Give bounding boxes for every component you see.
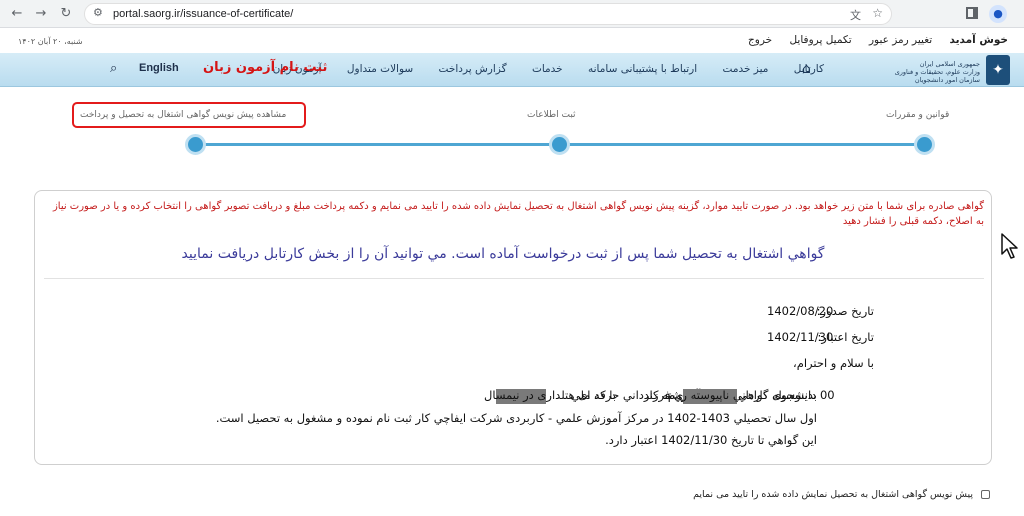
side-panel-icon[interactable] bbox=[966, 7, 978, 19]
profile-avatar-icon[interactable]: ● bbox=[989, 5, 1007, 23]
logout-link[interactable]: خروج bbox=[748, 34, 772, 46]
address-bar[interactable]: ⚙ portal.saorg.ir/issuance-of-certificat… bbox=[84, 3, 892, 25]
welcome-text: خوش آمدید bbox=[949, 34, 1008, 46]
back-arrow-icon[interactable]: ← bbox=[8, 5, 26, 23]
step-rules-dot bbox=[914, 134, 935, 155]
mouse-cursor-icon bbox=[1001, 233, 1018, 259]
bookmark-star-icon[interactable]: ☆ bbox=[872, 6, 883, 20]
nav-item-services[interactable]: خدمات bbox=[532, 63, 563, 75]
step-info-dot bbox=[549, 134, 570, 155]
validity-date-value: 1402/11/30 bbox=[767, 330, 834, 344]
main-navigation: ✦ جمهوری اسلامی ایران وزارت علوم، تحقیقا… bbox=[0, 53, 1024, 87]
translate-icon[interactable]: 文 bbox=[850, 7, 861, 23]
nav-item-cartable[interactable]: کارتابل bbox=[794, 63, 824, 75]
address-url: portal.saorg.ir/issuance-of-certificate/ bbox=[113, 8, 294, 20]
body-line3: اين گواهي تا تاريخ 1402/11/30 اعتبار دار… bbox=[605, 433, 817, 447]
register-language-exam-link[interactable]: ثبت نام آزمون زبان bbox=[203, 60, 327, 75]
site-settings-icon[interactable]: ⚙ bbox=[93, 6, 103, 19]
current-date: شنبه، ۲۰ آبان ۱۴۰۲ bbox=[18, 37, 83, 46]
nav-item-payment-report[interactable]: گزارش پرداخت bbox=[439, 63, 507, 75]
step-rules-label: قوانین و مقررات bbox=[886, 110, 950, 120]
complete-profile-link[interactable]: تکمیل پروفایل bbox=[789, 34, 851, 46]
change-password-link[interactable]: تغییر رمز عبور bbox=[869, 34, 932, 46]
forward-arrow-icon[interactable]: → bbox=[32, 5, 50, 23]
step-preview-label: مشاهده پیش نویس گواهی اشتغال به تحصیل و … bbox=[80, 110, 287, 120]
body-text-part4: 00 دانشجوی كارداني ناپيوسته رشته كارداني… bbox=[484, 388, 835, 402]
logo-line3: سازمان امور دانشجویان bbox=[914, 76, 980, 84]
confirm-draft-row[interactable]: پیش نویس گواهی اشتغال به تحصیل نمایش داد… bbox=[693, 489, 990, 500]
step-info-label: ثبت اطلاعات bbox=[527, 110, 576, 120]
search-icon[interactable]: ⌕ bbox=[110, 61, 117, 76]
greeting-text: با سلام و احترام، bbox=[793, 356, 874, 370]
certificate-notice: گواهي اشتغال به تحصيل شما پس از ثبت درخو… bbox=[181, 246, 825, 262]
step-preview-dot bbox=[185, 134, 206, 155]
emblem-icon: ✦ bbox=[986, 55, 1010, 85]
instruction-warning: گواهی صادره برای شما با متن زیر خواهد بو… bbox=[52, 201, 984, 227]
logo-line2: وزارت علوم، تحقیقات و فناوری bbox=[894, 68, 980, 76]
browser-toolbar: ← → ↻ ⚙ portal.saorg.ir/issuance-of-cert… bbox=[0, 0, 1024, 28]
card-divider bbox=[44, 278, 984, 279]
reload-icon[interactable]: ↻ bbox=[57, 5, 75, 23]
body-line2: اول سال تحصيلي 1403-1402 در مركز آموزش ع… bbox=[215, 411, 817, 425]
english-language-link[interactable]: English bbox=[139, 62, 179, 74]
issue-date-value: 1402/08/20 bbox=[767, 304, 834, 318]
nav-item-service-desk[interactable]: میز خدمت bbox=[723, 63, 769, 75]
confirm-draft-checkbox[interactable] bbox=[981, 490, 990, 499]
confirm-draft-label: پیش نویس گواهی اشتغال به تحصیل نمایش داد… bbox=[693, 489, 973, 500]
account-links: خوش آمدید تغییر رمز عبور تکمیل پروفایل خ… bbox=[734, 34, 1008, 46]
nav-menu: کارتابل میز خدمت ارتباط با پشتیبانی ساما… bbox=[251, 63, 824, 75]
top-utility-bar: خوش آمدید تغییر رمز عبور تکمیل پروفایل خ… bbox=[0, 28, 1024, 53]
nav-item-faq[interactable]: سوالات متداول bbox=[347, 63, 413, 75]
nav-item-support[interactable]: ارتباط با پشتیبانی سامانه bbox=[588, 63, 697, 75]
logo-line1: جمهوری اسلامی ایران bbox=[919, 60, 980, 68]
organization-logo[interactable]: ✦ جمهوری اسلامی ایران وزارت علوم، تحقیقا… bbox=[880, 55, 1010, 85]
